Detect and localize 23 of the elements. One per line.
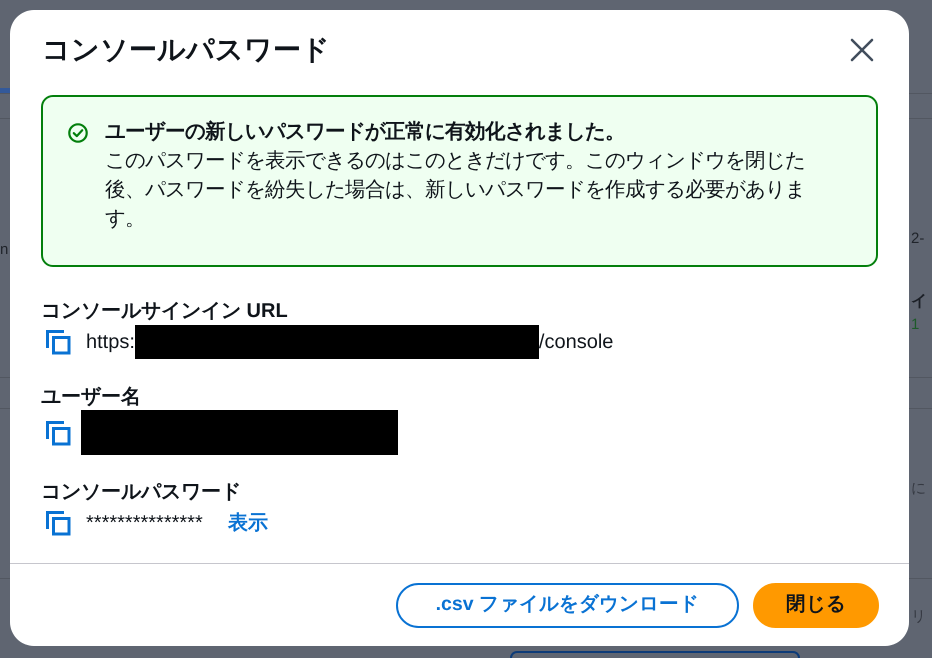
alert-message: このパスワードを表示できるのはこのときだけです。このウィンドウを閉じた後、パスワードを紛失した場合は、新しいパスワードを作成する必要があります。 (105, 149, 806, 232)
masked-password: *************** (86, 511, 203, 536)
url-text: /console (538, 330, 614, 355)
download-button[interactable]: .csv ファイルをダウンロード (396, 582, 739, 628)
close-icon (849, 37, 875, 63)
dialog-title: コンソールパスワード (42, 33, 330, 67)
tab-underline (0, 88, 10, 93)
field-label: ユーザー名 (41, 385, 142, 410)
show-link[interactable]: 表示 (228, 510, 268, 536)
url-text: https: (86, 330, 135, 355)
close-dialog-button[interactable]: 閉じる (753, 582, 879, 628)
background-text: 2- (911, 229, 924, 249)
copy-icon[interactable] (45, 510, 71, 536)
copy-icon[interactable] (45, 420, 71, 446)
background-text: イ (911, 292, 927, 312)
background-text: 1 (911, 315, 920, 335)
check-circle-icon (68, 122, 88, 142)
close-button[interactable] (849, 37, 875, 63)
copy-icon[interactable] (45, 329, 71, 355)
background-text: n (0, 240, 10, 260)
field-label: コンソールパスワード (41, 480, 242, 505)
alert-title: ユーザーの新しいパスワードが正常に有効化されました。 (105, 119, 626, 145)
field-label: コンソールサインイン URL (41, 299, 289, 324)
